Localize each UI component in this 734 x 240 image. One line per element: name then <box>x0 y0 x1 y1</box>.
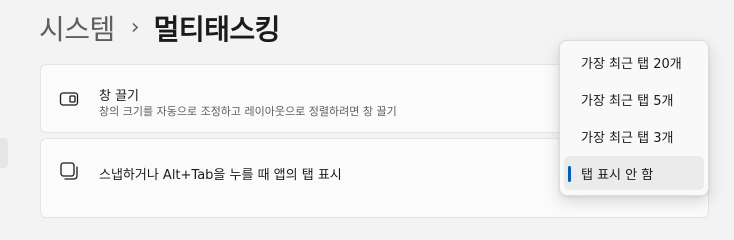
dropdown-option-no-tabs[interactable]: 탭 표시 안 함 <box>564 156 704 190</box>
breadcrumb-parent-system[interactable]: 시스템 <box>39 8 115 48</box>
dropdown-option-5-tabs[interactable]: 가장 최근 탭 5개 <box>564 82 704 116</box>
setting-title: 스냅하거나 Alt+Tab을 누를 때 앱의 탭 표시 <box>99 168 342 183</box>
selection-indicator <box>568 166 571 182</box>
dropdown-option-3-tabs[interactable]: 가장 최근 탭 3개 <box>564 119 704 153</box>
breadcrumb-separator: › <box>130 14 140 40</box>
breadcrumb: 시스템 › 멀티태스킹 <box>39 6 280 50</box>
snap-window-icon <box>59 89 79 109</box>
setting-title: 창 끌기 <box>99 89 140 104</box>
page-title: 멀티태스킹 <box>153 13 281 46</box>
dropdown-option-20-tabs[interactable]: 가장 최근 탭 20개 <box>564 45 704 79</box>
tabs-dropdown-list[interactable]: 가장 최근 탭 20개 가장 최근 탭 5개 가장 최근 탭 3개 탭 표시 안… <box>559 40 709 196</box>
option-label: 가장 최근 탭 5개 <box>581 93 674 109</box>
option-label: 가장 최근 탭 3개 <box>581 130 674 146</box>
nav-pane-edge <box>0 138 8 168</box>
stacked-windows-icon <box>59 161 79 181</box>
option-label: 탭 표시 안 함 <box>581 167 654 183</box>
setting-description: 창의 크기를 자동으로 조정하고 레이아웃으로 정렬하려면 창 끌기 <box>99 105 397 118</box>
option-label: 가장 최근 탭 20개 <box>581 56 682 72</box>
